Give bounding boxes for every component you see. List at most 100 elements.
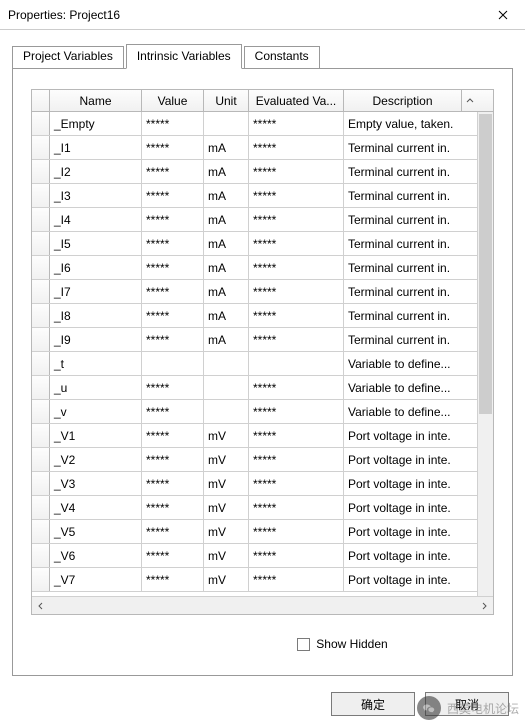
table-row[interactable]: _I9*****mA*****Terminal current in. xyxy=(32,328,493,352)
ok-button[interactable]: 确定 xyxy=(331,692,415,716)
cell-description[interactable]: Terminal current in. xyxy=(344,256,462,279)
cell-value[interactable]: ***** xyxy=(142,376,204,399)
cell-unit[interactable]: mA xyxy=(204,304,249,327)
cell-name[interactable]: _V7 xyxy=(50,568,142,591)
cell-name[interactable]: _I7 xyxy=(50,280,142,303)
cell-unit[interactable]: mV xyxy=(204,424,249,447)
horizontal-scroll-track[interactable] xyxy=(50,597,475,614)
cell-value[interactable]: ***** xyxy=(142,544,204,567)
vertical-scroll-thumb[interactable] xyxy=(479,114,492,414)
cell-description[interactable]: Port voltage in inte. xyxy=(344,496,462,519)
row-header[interactable] xyxy=(32,352,50,375)
cell-name[interactable]: _I8 xyxy=(50,304,142,327)
cell-unit[interactable]: mV xyxy=(204,520,249,543)
table-row[interactable]: _I8*****mA*****Terminal current in. xyxy=(32,304,493,328)
cell-description[interactable]: Variable to define... xyxy=(344,400,462,423)
cell-unit[interactable] xyxy=(204,112,249,135)
table-row[interactable]: _I1*****mA*****Terminal current in. xyxy=(32,136,493,160)
cell-name[interactable]: _u xyxy=(50,376,142,399)
row-header[interactable] xyxy=(32,544,50,567)
close-button[interactable] xyxy=(480,0,525,30)
cell-unit[interactable]: mA xyxy=(204,256,249,279)
cell-value[interactable]: ***** xyxy=(142,280,204,303)
tab-constants[interactable]: Constants xyxy=(244,46,320,70)
cell-description[interactable]: Terminal current in. xyxy=(344,160,462,183)
row-header[interactable] xyxy=(32,208,50,231)
table-row[interactable]: _I4*****mA*****Terminal current in. xyxy=(32,208,493,232)
table-row[interactable]: _tVariable to define... xyxy=(32,352,493,376)
cell-value[interactable]: ***** xyxy=(142,448,204,471)
row-header[interactable] xyxy=(32,184,50,207)
cell-value[interactable]: ***** xyxy=(142,232,204,255)
scroll-left-button[interactable] xyxy=(32,597,50,615)
table-row[interactable]: _I2*****mA*****Terminal current in. xyxy=(32,160,493,184)
cell-unit[interactable]: mV xyxy=(204,448,249,471)
cell-evaluated[interactable]: ***** xyxy=(249,160,344,183)
cell-name[interactable]: _I4 xyxy=(50,208,142,231)
table-row[interactable]: _v**********Variable to define... xyxy=(32,400,493,424)
cell-value[interactable]: ***** xyxy=(142,400,204,423)
row-header[interactable] xyxy=(32,424,50,447)
cell-name[interactable]: _V4 xyxy=(50,496,142,519)
cell-value[interactable]: ***** xyxy=(142,568,204,591)
table-row[interactable]: _V6*****mV*****Port voltage in inte. xyxy=(32,544,493,568)
table-row[interactable]: _I7*****mA*****Terminal current in. xyxy=(32,280,493,304)
row-header[interactable] xyxy=(32,304,50,327)
table-row[interactable]: _V1*****mV*****Port voltage in inte. xyxy=(32,424,493,448)
cell-description[interactable]: Terminal current in. xyxy=(344,136,462,159)
cell-description[interactable]: Terminal current in. xyxy=(344,232,462,255)
grid-header-scroll-asc[interactable] xyxy=(462,90,478,111)
cell-unit[interactable] xyxy=(204,352,249,375)
cell-name[interactable]: _V5 xyxy=(50,520,142,543)
tab-project-variables[interactable]: Project Variables xyxy=(12,46,124,70)
row-header[interactable] xyxy=(32,160,50,183)
grid-header-evaluated[interactable]: Evaluated Va... xyxy=(249,90,344,111)
cell-unit[interactable]: mV xyxy=(204,568,249,591)
cell-evaluated[interactable]: ***** xyxy=(249,400,344,423)
cell-evaluated[interactable]: ***** xyxy=(249,280,344,303)
table-row[interactable]: _I5*****mA*****Terminal current in. xyxy=(32,232,493,256)
cell-value[interactable]: ***** xyxy=(142,208,204,231)
cell-description[interactable]: Port voltage in inte. xyxy=(344,568,462,591)
cell-value[interactable]: ***** xyxy=(142,472,204,495)
cell-unit[interactable]: mV xyxy=(204,472,249,495)
cell-evaluated[interactable]: ***** xyxy=(249,136,344,159)
cell-evaluated[interactable]: ***** xyxy=(249,184,344,207)
cell-unit[interactable]: mA xyxy=(204,208,249,231)
horizontal-scrollbar[interactable] xyxy=(32,596,493,614)
cell-evaluated[interactable] xyxy=(249,352,344,375)
cell-evaluated[interactable]: ***** xyxy=(249,256,344,279)
cell-name[interactable]: _I6 xyxy=(50,256,142,279)
cell-evaluated[interactable]: ***** xyxy=(249,544,344,567)
cell-name[interactable]: _Empty xyxy=(50,112,142,135)
grid-header-description[interactable]: Description xyxy=(344,90,462,111)
cell-description[interactable]: Terminal current in. xyxy=(344,208,462,231)
cell-description[interactable]: Port voltage in inte. xyxy=(344,520,462,543)
cell-unit[interactable] xyxy=(204,400,249,423)
cell-description[interactable]: Port voltage in inte. xyxy=(344,424,462,447)
cell-description[interactable]: Port voltage in inte. xyxy=(344,448,462,471)
table-row[interactable]: _V5*****mV*****Port voltage in inte. xyxy=(32,520,493,544)
cell-evaluated[interactable]: ***** xyxy=(249,112,344,135)
cell-value[interactable]: ***** xyxy=(142,256,204,279)
row-header[interactable] xyxy=(32,496,50,519)
cell-name[interactable]: _V3 xyxy=(50,472,142,495)
cell-unit[interactable]: mV xyxy=(204,544,249,567)
table-row[interactable]: _u**********Variable to define... xyxy=(32,376,493,400)
row-header[interactable] xyxy=(32,568,50,591)
cell-description[interactable]: Terminal current in. xyxy=(344,304,462,327)
row-header[interactable] xyxy=(32,520,50,543)
grid-header-name[interactable]: Name xyxy=(50,90,142,111)
cell-unit[interactable]: mA xyxy=(204,160,249,183)
cell-description[interactable]: Empty value, taken. xyxy=(344,112,462,135)
cell-name[interactable]: _I3 xyxy=(50,184,142,207)
row-header[interactable] xyxy=(32,448,50,471)
cell-description[interactable]: Terminal current in. xyxy=(344,328,462,351)
cell-value[interactable]: ***** xyxy=(142,424,204,447)
cell-evaluated[interactable]: ***** xyxy=(249,424,344,447)
cell-name[interactable]: _V6 xyxy=(50,544,142,567)
vertical-scrollbar[interactable] xyxy=(477,112,493,596)
cancel-button[interactable]: 取消 xyxy=(425,692,509,716)
cell-value[interactable]: ***** xyxy=(142,160,204,183)
cell-value[interactable]: ***** xyxy=(142,184,204,207)
